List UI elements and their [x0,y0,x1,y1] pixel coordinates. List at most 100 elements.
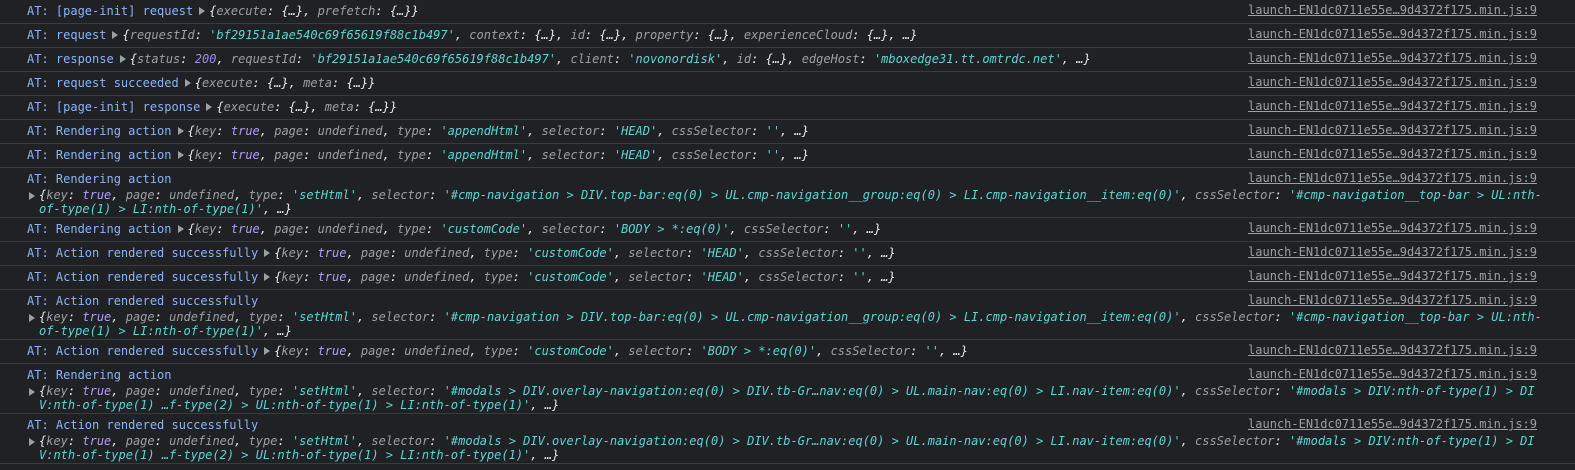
string-value: 'HEAD' [700,246,744,260]
source-link[interactable]: launch-EN1dc0711e55e…9d4372f175.min.js:9 [1248,3,1537,17]
source-link[interactable]: launch-EN1dc0711e55e…9d4372f175.min.js:9 [1248,343,1537,357]
punctuation: , …} [938,344,968,358]
punctuation: : [277,310,292,324]
object-preview[interactable]: {execute: {…}, meta: {…}} [216,100,397,114]
source-link[interactable]: launch-EN1dc0711e55e…9d4372f175.min.js:9 [1248,293,1537,307]
object-preview[interactable]: {execute: {…}, meta: {…}} [195,76,376,90]
property-key: cssSelector [1195,310,1275,324]
object-preview[interactable]: {key: true, page: undefined, type: 'cust… [274,344,968,358]
source-link[interactable]: launch-EN1dc0711e55e…9d4372f175.min.js:9 [1248,245,1537,259]
expand-triangle-icon[interactable] [29,314,35,322]
punctuation: , [613,246,629,260]
expand-triangle-icon[interactable] [264,347,271,355]
string-value: 'BODY > *:eq(0)' [700,344,817,358]
punctuation: : [274,100,289,114]
punctuation: : [751,52,766,66]
boolean-value: true [82,188,112,202]
object-preview[interactable]: {key: true, page: undefined, type: 'setH… [39,434,1535,462]
punctuation: { [216,100,224,114]
object-preview[interactable]: {key: true, page: undefined, type: 'cust… [274,270,895,284]
object-preview[interactable]: {requestId: 'bf29151a1ae540c69f65619f88c… [122,28,917,42]
punctuation: : [277,188,292,202]
punctuation: : [686,344,701,358]
source-link[interactable]: launch-EN1dc0711e55e…9d4372f175.min.js:9 [1248,51,1537,65]
object-preview[interactable]: {key: true, page: undefined, type: 'cust… [274,246,895,260]
boolean-value: true [230,124,260,138]
expand-triangle-icon[interactable] [29,388,35,396]
punctuation: , …} [262,324,292,338]
source-link[interactable]: launch-EN1dc0711e55e…9d4372f175.min.js:9 [1248,99,1537,113]
expand-triangle-icon[interactable] [119,55,126,63]
expand-triangle-icon[interactable] [29,192,35,200]
expand-triangle-icon[interactable] [264,273,271,281]
source-link[interactable]: launch-EN1dc0711e55e…9d4372f175.min.js:9 [1248,269,1537,283]
message-label: AT: [page-init] request [27,4,194,18]
property-key: type [397,222,426,236]
punctuation: , [816,344,831,358]
source-link[interactable]: launch-EN1dc0711e55e…9d4372f175.min.js:9 [1248,171,1537,185]
string-value: '#cmp-navigation > DIV.top-bar:eq(0) > U… [443,188,1181,202]
punctuation: {…} [266,76,289,90]
punctuation: : [425,124,441,138]
punctuation: : [216,124,231,138]
string-value: '#modals > DIV.overlay-navigation:eq(0) … [443,384,1181,398]
property-key: type [483,246,513,260]
object-preview[interactable]: {key: true, page: undefined, type: 'appe… [188,124,809,138]
expand-triangle-icon[interactable] [177,225,184,233]
punctuation: , [613,344,629,358]
punctuation: , [356,434,372,448]
property-key: key [194,148,217,162]
source-link[interactable]: launch-EN1dc0711e55e…9d4372f175.min.js:9 [1248,221,1537,235]
message-label: AT: Rendering action [27,124,172,138]
expand-triangle-icon[interactable] [184,79,191,87]
expand-triangle-icon[interactable] [199,7,206,15]
punctuation: {…} [389,4,412,18]
message-label: AT: Action rendered successfully [27,418,259,432]
punctuation: , …} [780,124,809,138]
punctuation: , [787,52,802,66]
expand-triangle-icon[interactable] [206,103,213,111]
expand-triangle-icon[interactable] [29,438,35,446]
source-link[interactable]: launch-EN1dc0711e55e…9d4372f175.min.js:9 [1248,367,1537,381]
object-preview[interactable]: {key: true, page: undefined, type: 'appe… [188,148,809,162]
property-key: key [281,246,304,260]
punctuation: , [469,246,484,260]
boolean-value: true [230,222,260,236]
message-label: AT: Action rendered successfully [27,270,259,284]
console-message-row: AT: Rendering action {key: true, page: un… [0,168,1575,218]
string-value: 'customCode' [527,344,614,358]
property-key: selector [371,188,430,202]
source-link[interactable]: launch-EN1dc0711e55e…9d4372f175.min.js:9 [1248,147,1537,161]
undefined-value: undefined [404,344,470,358]
punctuation: { [122,28,130,42]
punctuation: : [686,246,701,260]
source-link[interactable]: launch-EN1dc0711e55e…9d4372f175.min.js:9 [1248,417,1537,431]
property-key: execute [201,76,253,90]
punctuation: , [1180,384,1196,398]
object-preview[interactable]: {key: true, page: undefined, type: 'cust… [188,222,882,236]
source-link[interactable]: launch-EN1dc0711e55e…9d4372f175.min.js:9 [1248,75,1537,89]
punctuation: : [303,124,318,138]
expand-triangle-icon[interactable] [264,249,271,257]
expand-triangle-icon[interactable] [112,31,119,39]
expand-triangle-icon[interactable] [177,127,184,135]
punctuation: : [303,148,318,162]
object-preview[interactable]: {status: 200, requestId: 'bf29151a1ae540… [130,52,1091,66]
punctuation: , [469,270,484,284]
console-message-row: AT: Action rendered successfully {key: tr… [0,242,1575,266]
punctuation: , [454,28,470,42]
punctuation: : [599,222,614,236]
punctuation: : [823,222,838,236]
object-preview[interactable]: {key: true, page: undefined, type: 'setH… [39,384,1535,412]
object-preview[interactable]: {key: true, page: undefined, type: 'setH… [39,188,1542,216]
punctuation: : [837,246,853,260]
property-key: execute [216,4,267,18]
object-preview[interactable]: {execute: {…}, prefetch: {…}} [209,4,419,18]
message-label: AT: Action rendered successfully [27,294,259,308]
object-preview[interactable]: {key: true, page: undefined, type: 'setH… [39,310,1542,338]
source-link[interactable]: launch-EN1dc0711e55e…9d4372f175.min.js:9 [1248,27,1537,41]
source-link[interactable]: launch-EN1dc0711e55e…9d4372f175.min.js:9 [1248,123,1537,137]
expand-triangle-icon[interactable] [177,151,184,159]
property-key: client [570,52,614,66]
property-key: cssSelector [1195,384,1275,398]
